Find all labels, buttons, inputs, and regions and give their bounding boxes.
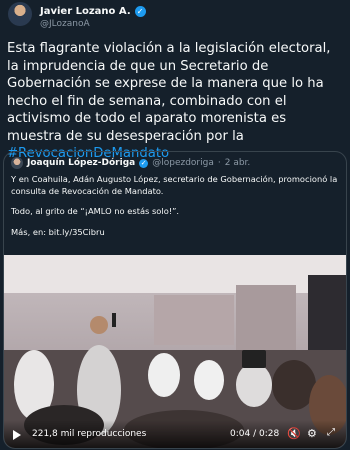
quoted-author-handle[interactable]: @lopezdoriga <box>152 158 214 168</box>
video-player[interactable]: 221,8 mil reproducciones 0:04 / 0:28 🔇 ⚙… <box>4 255 346 448</box>
mute-icon[interactable]: 🔇 <box>287 427 301 440</box>
verified-badge-icon: ✓ <box>134 6 146 17</box>
tweet-body: Esta flagrante violación a la legislació… <box>7 41 331 144</box>
view-count: 221,8 mil reproducciones <box>32 429 147 439</box>
quoted-paragraph: Todo, al grito de “¡AMLO no estás solo!”… <box>11 206 180 216</box>
author-name[interactable]: Javier Lozano A. <box>40 6 131 17</box>
quoted-tweet-header: Joaquín López-Dóriga ✓ @lopezdoriga · 2 … <box>11 157 250 169</box>
video-controls: 221,8 mil reproducciones 0:04 / 0:28 🔇 ⚙… <box>4 420 346 448</box>
quoted-author-name[interactable]: Joaquín López-Dóriga <box>27 158 135 168</box>
quoted-author-avatar[interactable] <box>11 157 23 169</box>
author-avatar[interactable] <box>8 2 32 26</box>
author-name-row[interactable]: Javier Lozano A. ✓ <box>40 6 146 17</box>
separator-dot: · <box>217 158 221 168</box>
play-icon[interactable] <box>13 430 21 440</box>
fullscreen-icon[interactable]: ⤢ <box>327 427 335 438</box>
quoted-paragraph: Y en Coahuila, Adán Augusto López, secre… <box>11 174 338 196</box>
quoted-tweet-date[interactable]: 2 abr. <box>225 158 251 168</box>
author-block: Javier Lozano A. ✓ @JLozanoA <box>40 6 146 29</box>
playback-time: 0:04 / 0:28 <box>230 429 280 439</box>
quoted-tweet[interactable]: Joaquín López-Dóriga ✓ @lopezdoriga · 2 … <box>3 151 347 449</box>
settings-icon[interactable]: ⚙ <box>307 427 317 440</box>
quoted-tweet-text: Y en Coahuila, Adán Augusto López, secre… <box>11 174 339 247</box>
quoted-paragraph: Más, en: bit.ly/35Cibru <box>11 226 105 237</box>
author-handle[interactable]: @JLozanoA <box>40 19 146 29</box>
verified-badge-icon: ✓ <box>139 158 149 168</box>
tweet-text: Esta flagrante violación a la legislació… <box>7 40 345 163</box>
